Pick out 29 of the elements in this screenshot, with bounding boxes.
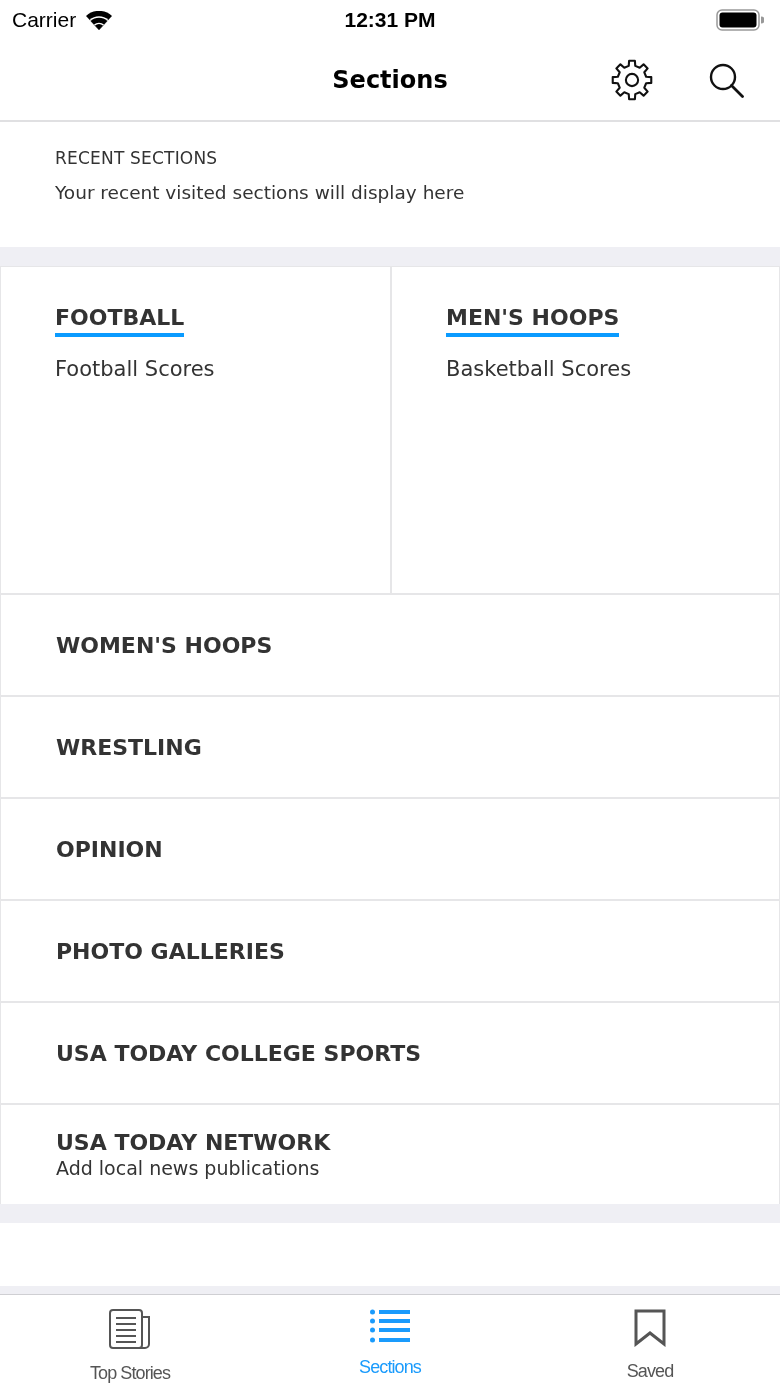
wifi-icon	[86, 10, 113, 30]
newspaper-icon	[109, 1309, 151, 1349]
section-row[interactable]: PHOTO GALLERIES	[0, 899, 780, 1001]
battery-icon	[716, 9, 764, 31]
section-row[interactable]: WRESTLING	[0, 695, 780, 797]
section-row[interactable]: WOMEN'S HOOPS	[0, 593, 780, 695]
settings-icon	[611, 59, 653, 101]
section-tile[interactable]: FOOTBALL Football Scores	[1, 267, 390, 593]
section-title: MEN'S HOOPS	[446, 305, 620, 337]
page-title: Sections	[332, 66, 448, 94]
carrier-label: Carrier	[12, 8, 77, 32]
section-row[interactable]: OPINION	[0, 797, 780, 899]
section-row[interactable]: USA TODAY COLLEGE SPORTS	[0, 1001, 780, 1103]
recent-sections-heading: RECENT SECTIONS	[55, 148, 219, 168]
status-time: 12:31 PM	[344, 8, 436, 32]
tab-button[interactable]: Top Stories	[0, 1295, 260, 1387]
list-icon	[370, 1309, 410, 1343]
section-title: USA TODAY NETWORK	[56, 1130, 332, 1155]
search-button[interactable]	[709, 62, 744, 98]
tab-button[interactable]: Saved	[520, 1295, 780, 1387]
section-description: Add local news publications	[56, 1157, 321, 1179]
section-link[interactable]: Basketball Scores	[446, 357, 632, 381]
search-icon	[709, 62, 744, 98]
settings-button[interactable]	[611, 59, 653, 101]
bookmark-icon	[634, 1309, 666, 1347]
section-link[interactable]: Football Scores	[55, 357, 215, 381]
recent-sections-message: Your recent visited sections will display here	[55, 182, 466, 203]
section-title: FOOTBALL	[55, 305, 185, 337]
section-row[interactable]: USA TODAY NETWORK Add local news publications	[0, 1103, 780, 1204]
